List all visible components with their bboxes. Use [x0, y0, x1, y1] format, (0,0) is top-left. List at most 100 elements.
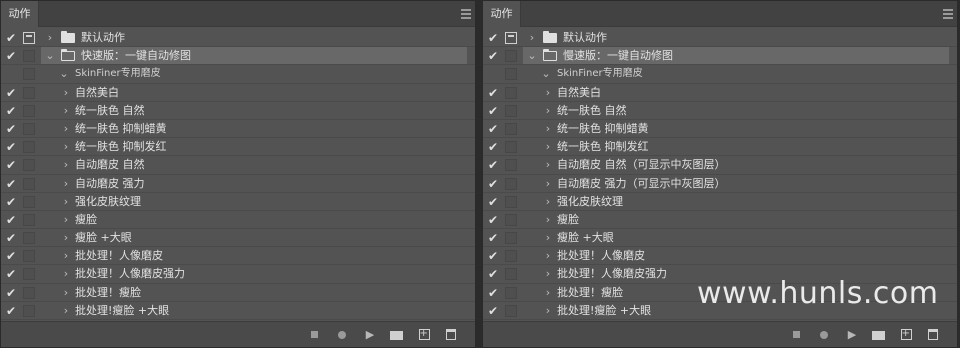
toggle-item-checkmark[interactable]: ✔: [488, 31, 500, 45]
chevron-right-icon[interactable]: ›: [61, 211, 71, 229]
action-row[interactable]: ✔ › 统一肤色 自然: [1, 102, 475, 120]
toggle-dialog-icon[interactable]: [505, 159, 517, 172]
action-row[interactable]: ✔ › 统一肤色 抑制发红: [483, 138, 957, 157]
action-row[interactable]: ✔ › 默认动作: [1, 29, 475, 48]
toggle-item-checkmark[interactable]: ✔: [6, 49, 18, 63]
chevron-down-icon[interactable]: ⌄: [45, 47, 55, 65]
toggle-item-checkmark[interactable]: ✔: [6, 104, 18, 118]
chevron-right-icon[interactable]: ›: [527, 29, 537, 47]
chevron-right-icon[interactable]: ›: [543, 229, 553, 247]
action-row[interactable]: ✔ › 统一肤色 抑制蜡黄: [1, 120, 475, 139]
toggle-dialog-icon[interactable]: [505, 86, 517, 99]
toggle-dialog-icon[interactable]: [505, 232, 517, 245]
action-row[interactable]: ✔ › 批处理！人像磨皮强力: [1, 265, 475, 284]
chevron-right-icon[interactable]: ›: [543, 193, 553, 211]
chevron-right-icon[interactable]: ›: [543, 265, 553, 283]
toggle-item-checkmark[interactable]: ✔: [6, 158, 18, 172]
toggle-item-checkmark[interactable]: ✔: [6, 86, 18, 100]
toggle-dialog-icon[interactable]: [505, 268, 517, 281]
toggle-dialog-icon[interactable]: [505, 304, 517, 317]
toggle-dialog-icon[interactable]: [23, 159, 35, 172]
toggle-dialog-icon[interactable]: [505, 177, 517, 190]
toggle-dialog-icon[interactable]: [505, 141, 517, 154]
chevron-down-icon[interactable]: ⌄: [59, 65, 69, 83]
action-row[interactable]: ✔ › 统一肤色 抑制蜡黄: [483, 120, 957, 139]
chevron-right-icon[interactable]: ›: [543, 247, 553, 265]
new-action-icon[interactable]: [899, 327, 913, 342]
toggle-dialog-icon[interactable]: [505, 32, 517, 44]
chevron-right-icon[interactable]: ›: [61, 265, 71, 283]
chevron-right-icon[interactable]: ›: [61, 175, 71, 193]
toggle-dialog-icon[interactable]: [23, 50, 35, 63]
chevron-right-icon[interactable]: ›: [61, 138, 71, 156]
toggle-dialog-icon[interactable]: [505, 50, 517, 63]
toggle-dialog-icon[interactable]: [23, 32, 35, 44]
toggle-dialog-icon[interactable]: [505, 250, 517, 263]
toggle-dialog-icon[interactable]: [23, 268, 35, 281]
toggle-item-checkmark[interactable]: ✔: [488, 140, 500, 154]
chevron-right-icon[interactable]: ›: [543, 84, 553, 102]
chevron-right-icon[interactable]: ›: [543, 120, 553, 138]
stop-icon[interactable]: [789, 328, 803, 342]
toggle-item-checkmark[interactable]: ✔: [488, 267, 500, 281]
action-row[interactable]: ✔ › 默认动作: [483, 29, 957, 48]
chevron-right-icon[interactable]: ›: [61, 120, 71, 138]
tab-actions[interactable]: 动作: [1, 1, 39, 27]
action-row[interactable]: ⌄ SkinFiner专用磨皮: [483, 65, 957, 84]
action-row[interactable]: ✔ › 自动磨皮 自然（可显示中灰图层）: [483, 156, 957, 175]
chevron-right-icon[interactable]: ›: [543, 138, 553, 156]
toggle-item-checkmark[interactable]: ✔: [488, 122, 500, 136]
toggle-item-checkmark[interactable]: ✔: [488, 49, 500, 63]
toggle-item-checkmark[interactable]: ✔: [488, 249, 500, 263]
toggle-item-checkmark[interactable]: ✔: [488, 177, 500, 191]
toggle-dialog-icon[interactable]: [23, 213, 35, 226]
action-row[interactable]: ✔ ⌄ 快速版：一键自动修图: [1, 47, 475, 66]
record-icon[interactable]: [335, 328, 349, 342]
toggle-dialog-icon[interactable]: [23, 195, 35, 208]
toggle-item-checkmark[interactable]: ✔: [6, 122, 18, 136]
chevron-right-icon[interactable]: ›: [543, 175, 553, 193]
new-set-folder-icon[interactable]: [389, 328, 403, 342]
chevron-right-icon[interactable]: ›: [45, 29, 55, 47]
chevron-right-icon[interactable]: ›: [61, 156, 71, 174]
chevron-right-icon[interactable]: ›: [543, 156, 553, 174]
toggle-item-checkmark[interactable]: [6, 67, 18, 81]
chevron-right-icon[interactable]: ›: [61, 247, 71, 265]
action-row[interactable]: ✔ › 瘦脸: [483, 211, 957, 230]
chevron-right-icon[interactable]: ›: [61, 302, 71, 320]
action-row[interactable]: ✔ › 瘦脸: [1, 211, 475, 230]
toggle-dialog-icon[interactable]: [23, 68, 35, 81]
toggle-item-checkmark[interactable]: ✔: [6, 286, 18, 300]
toggle-dialog-icon[interactable]: [505, 104, 517, 117]
chevron-down-icon[interactable]: ⌄: [541, 65, 551, 83]
toggle-item-checkmark[interactable]: ✔: [488, 86, 500, 100]
action-row[interactable]: ⌄ SkinFiner专用磨皮: [1, 65, 475, 84]
toggle-dialog-icon[interactable]: [23, 141, 35, 154]
toggle-dialog-icon[interactable]: [505, 286, 517, 299]
toggle-item-checkmark[interactable]: ✔: [488, 195, 500, 209]
trash-icon[interactable]: [444, 328, 458, 342]
toggle-item-checkmark[interactable]: ✔: [488, 231, 500, 245]
action-row[interactable]: ✔ › 自动磨皮 强力（可显示中灰图层）: [483, 175, 957, 193]
toggle-dialog-icon[interactable]: [23, 304, 35, 317]
record-icon[interactable]: [817, 328, 831, 342]
toggle-item-checkmark[interactable]: ✔: [6, 177, 18, 191]
toggle-item-checkmark[interactable]: ✔: [488, 104, 500, 118]
toggle-dialog-icon[interactable]: [23, 232, 35, 245]
toggle-item-checkmark[interactable]: ✔: [6, 195, 18, 209]
chevron-right-icon[interactable]: ›: [543, 302, 553, 320]
action-row[interactable]: ✔ › 自动磨皮 自然: [1, 156, 475, 175]
chevron-right-icon[interactable]: ›: [61, 284, 71, 302]
toggle-item-checkmark[interactable]: ✔: [6, 249, 18, 263]
chevron-right-icon[interactable]: ›: [61, 193, 71, 211]
play-icon[interactable]: ▶: [363, 328, 377, 342]
action-row[interactable]: ✔ › 瘦脸 +大眼: [483, 229, 957, 248]
tab-actions[interactable]: 动作: [483, 1, 521, 27]
action-row[interactable]: ✔ › 统一肤色 自然: [483, 102, 957, 120]
action-row[interactable]: ✔ › 批处理!瘦脸 +大眼: [1, 302, 475, 320]
toggle-dialog-icon[interactable]: [23, 86, 35, 99]
toggle-dialog-icon[interactable]: [505, 195, 517, 208]
play-icon[interactable]: ▶: [845, 328, 859, 342]
toggle-item-checkmark[interactable]: ✔: [488, 213, 500, 227]
panel-menu-icon[interactable]: [943, 9, 953, 19]
